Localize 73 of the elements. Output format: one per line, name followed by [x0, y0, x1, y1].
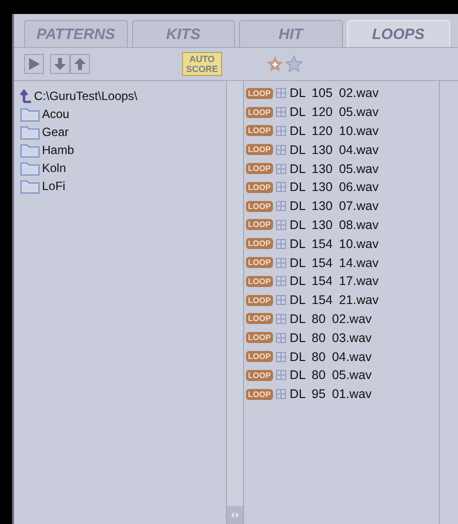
loop-badge: LOOP — [246, 332, 273, 344]
loop-badge: LOOP — [246, 370, 273, 381]
loop-file-name[interactable]: DL 120 05.wav — [290, 105, 379, 120]
loop-badge: LOOP — [246, 351, 273, 362]
expand-icon[interactable] — [276, 276, 286, 286]
loop-badge: LOOP — [246, 219, 273, 230]
loop-file-name[interactable]: DL 154 17.wav — [290, 274, 379, 288]
loop-badge: LOOP — [246, 313, 273, 324]
folder-icon — [20, 106, 40, 122]
loop-file-name[interactable]: DL 80 02.wav — [290, 312, 372, 326]
loop-file-name[interactable]: DL 154 10.wav — [290, 236, 379, 251]
expand-icon[interactable] — [276, 182, 286, 192]
expand-icon[interactable] — [276, 126, 286, 136]
loop-file-name[interactable]: DL 130 07.wav — [290, 199, 379, 214]
loop-badge: LOOP — [246, 106, 273, 118]
loop-badge: LOOP — [246, 144, 273, 156]
folder-item[interactable]: Hamb — [20, 141, 226, 159]
folder-icon — [20, 142, 40, 158]
expand-icon[interactable] — [276, 389, 286, 400]
loop-badge: LOOP — [246, 125, 273, 136]
loop-badge: LOOP — [246, 163, 273, 174]
loop-file-name[interactable]: DL 130 06.wav — [290, 180, 379, 194]
expand-icon[interactable] — [276, 370, 286, 380]
move-up-button[interactable] — [70, 54, 90, 74]
loop-badge: LOOP — [246, 257, 273, 268]
loop-file-name[interactable]: DL 130 04.wav — [290, 142, 379, 157]
expand-icon[interactable] — [276, 352, 286, 362]
expand-icon[interactable] — [276, 144, 286, 155]
loop-badge: LOOP — [246, 182, 273, 193]
resize-icon — [230, 509, 240, 521]
parent-folder-icon[interactable] — [20, 89, 32, 103]
loop-badge: LOOP — [246, 276, 273, 287]
expand-icon[interactable] — [276, 332, 286, 343]
loop-badge: LOOP — [246, 88, 273, 99]
play-icon — [27, 57, 41, 71]
expand-icon[interactable] — [276, 164, 286, 174]
loop-badge: LOOP — [246, 388, 273, 400]
star-icon[interactable] — [285, 55, 304, 73]
expand-icon[interactable] — [276, 88, 286, 98]
loop-file-name[interactable]: DL 130 08.wav — [290, 218, 379, 232]
folder-path: C:\GuruTest\Loops\ — [34, 89, 138, 103]
loop-file-name[interactable]: DL 80 05.wav — [290, 368, 372, 382]
folder-item[interactable]: Koln — [20, 159, 226, 177]
folder-item[interactable]: Acou — [20, 105, 226, 123]
loop-file-name[interactable]: DL 80 03.wav — [290, 330, 372, 345]
folder-item[interactable]: Gear — [20, 123, 226, 141]
move-down-button[interactable] — [50, 54, 70, 74]
arrow-up-icon — [73, 57, 87, 71]
loop-badge: LOOP — [246, 200, 273, 212]
folder-item[interactable]: LoFi — [20, 177, 226, 195]
loop-file-name[interactable]: DL 105 02.wav — [290, 86, 379, 100]
loop-badge: LOOP — [246, 238, 273, 250]
loop-file-name[interactable]: DL 130 05.wav — [290, 162, 379, 176]
expand-icon[interactable] — [276, 107, 286, 118]
folder-icon — [20, 178, 40, 194]
loop-file-name[interactable]: DL 95 01.wav — [290, 387, 372, 402]
expand-icon[interactable] — [276, 295, 286, 306]
expand-icon[interactable] — [276, 258, 286, 268]
play-button[interactable] — [24, 54, 44, 74]
loop-file-name[interactable]: DL 120 10.wav — [290, 124, 379, 138]
folder-icon — [20, 124, 40, 140]
add-star-icon[interactable] — [266, 55, 284, 73]
expand-icon[interactable] — [276, 314, 286, 324]
arrow-down-icon — [53, 57, 67, 71]
expand-icon[interactable] — [276, 201, 286, 212]
expand-icon[interactable] — [276, 220, 286, 230]
loop-badge: LOOP — [246, 294, 273, 306]
loop-file-name[interactable]: DL 80 04.wav — [290, 350, 372, 364]
folder-icon — [20, 160, 40, 176]
splitter-handle[interactable] — [227, 506, 243, 524]
expand-icon[interactable] — [276, 238, 286, 249]
loop-file-name[interactable]: DL 154 14.wav — [290, 256, 379, 270]
loop-file-name[interactable]: DL 154 21.wav — [290, 293, 379, 308]
